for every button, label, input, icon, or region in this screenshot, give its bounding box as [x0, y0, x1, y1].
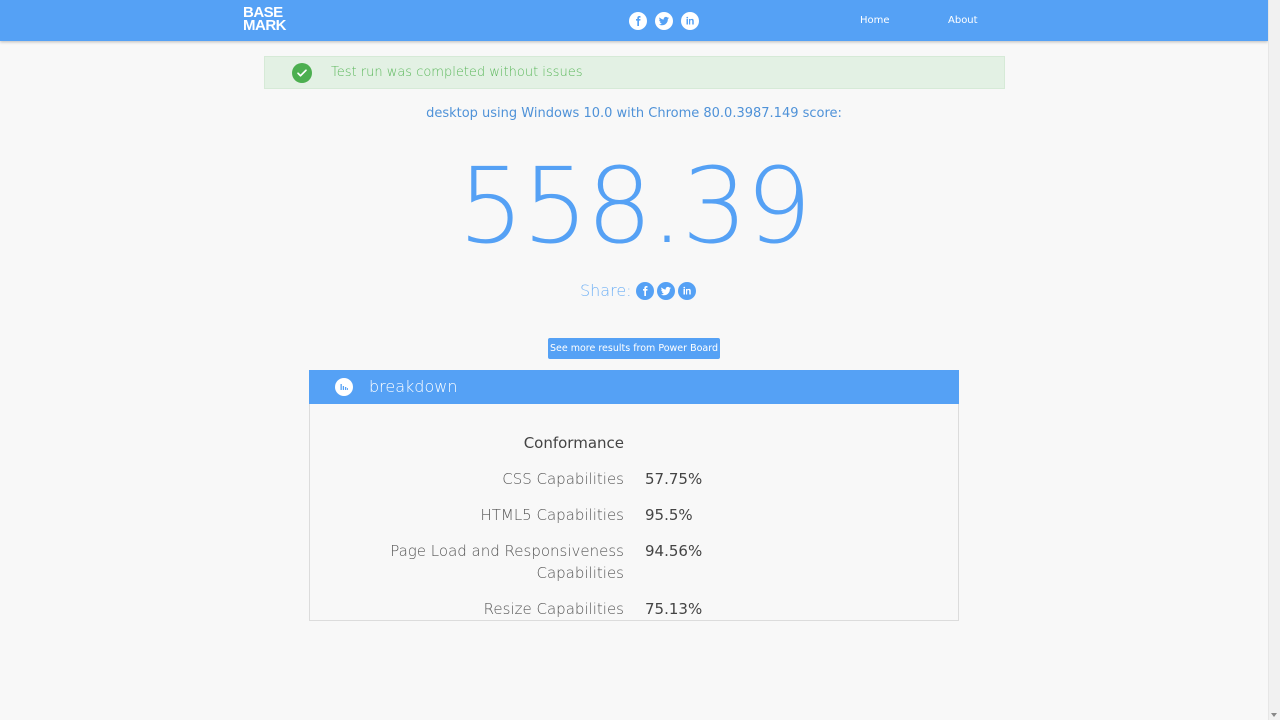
share-linkedin-icon[interactable] — [677, 281, 696, 300]
alert-message: Test run was completed without issues — [331, 65, 583, 80]
bar-chart-icon — [335, 378, 353, 396]
logo-line-2: MARK — [243, 17, 287, 34]
total-score: 558.39 — [458, 145, 812, 267]
check-circle-icon — [292, 63, 312, 83]
row-label-page-load: Page Load and Responsiveness Capabilitie… — [390, 540, 624, 584]
share-twitter-icon[interactable] — [656, 281, 675, 300]
page-scrollbar[interactable] — [1268, 0, 1280, 720]
header-social-links — [629, 12, 699, 30]
nav-about-link[interactable]: About — [948, 15, 978, 26]
breakdown-header[interactable]: breakdown — [309, 370, 959, 404]
row-label-page-load-line-1: Page Load and Responsiveness — [390, 542, 624, 560]
facebook-icon[interactable] — [629, 12, 647, 30]
row-value-resize: 75.13% — [645, 600, 703, 618]
scroll-down-arrow-icon[interactable] — [1271, 713, 1277, 717]
linkedin-icon[interactable] — [681, 12, 699, 30]
row-label-css: CSS Capabilities — [502, 470, 624, 488]
row-value-css: 57.75% — [645, 470, 703, 488]
share-bar: Share: — [580, 281, 699, 300]
twitter-icon[interactable] — [655, 12, 673, 30]
breakdown-title: breakdown — [369, 377, 458, 396]
top-navbar: BASE MARK Home About — [0, 0, 1268, 41]
row-label-resize: Resize Capabilities — [483, 600, 624, 618]
success-alert: Test run was completed without issues — [264, 56, 1005, 89]
category-heading: Conformance — [523, 434, 624, 452]
breakdown-panel: breakdown Conformance CSS Capabilities 5… — [309, 370, 959, 621]
row-label-page-load-line-2: Capabilities — [536, 564, 625, 582]
power-board-button[interactable]: See more results from Power Board — [548, 338, 720, 359]
basemark-logo[interactable]: BASE MARK — [243, 5, 287, 34]
share-label: Share: — [580, 281, 632, 300]
row-value-page-load: 94.56% — [645, 542, 703, 560]
row-label-html5: HTML5 Capabilities — [480, 506, 624, 524]
share-facebook-icon[interactable] — [635, 281, 654, 300]
row-value-html5: 95.5% — [645, 506, 693, 524]
test-environment-info: desktop using Windows 10.0 with Chrome 8… — [426, 106, 842, 121]
nav-home-link[interactable]: Home — [860, 15, 890, 26]
